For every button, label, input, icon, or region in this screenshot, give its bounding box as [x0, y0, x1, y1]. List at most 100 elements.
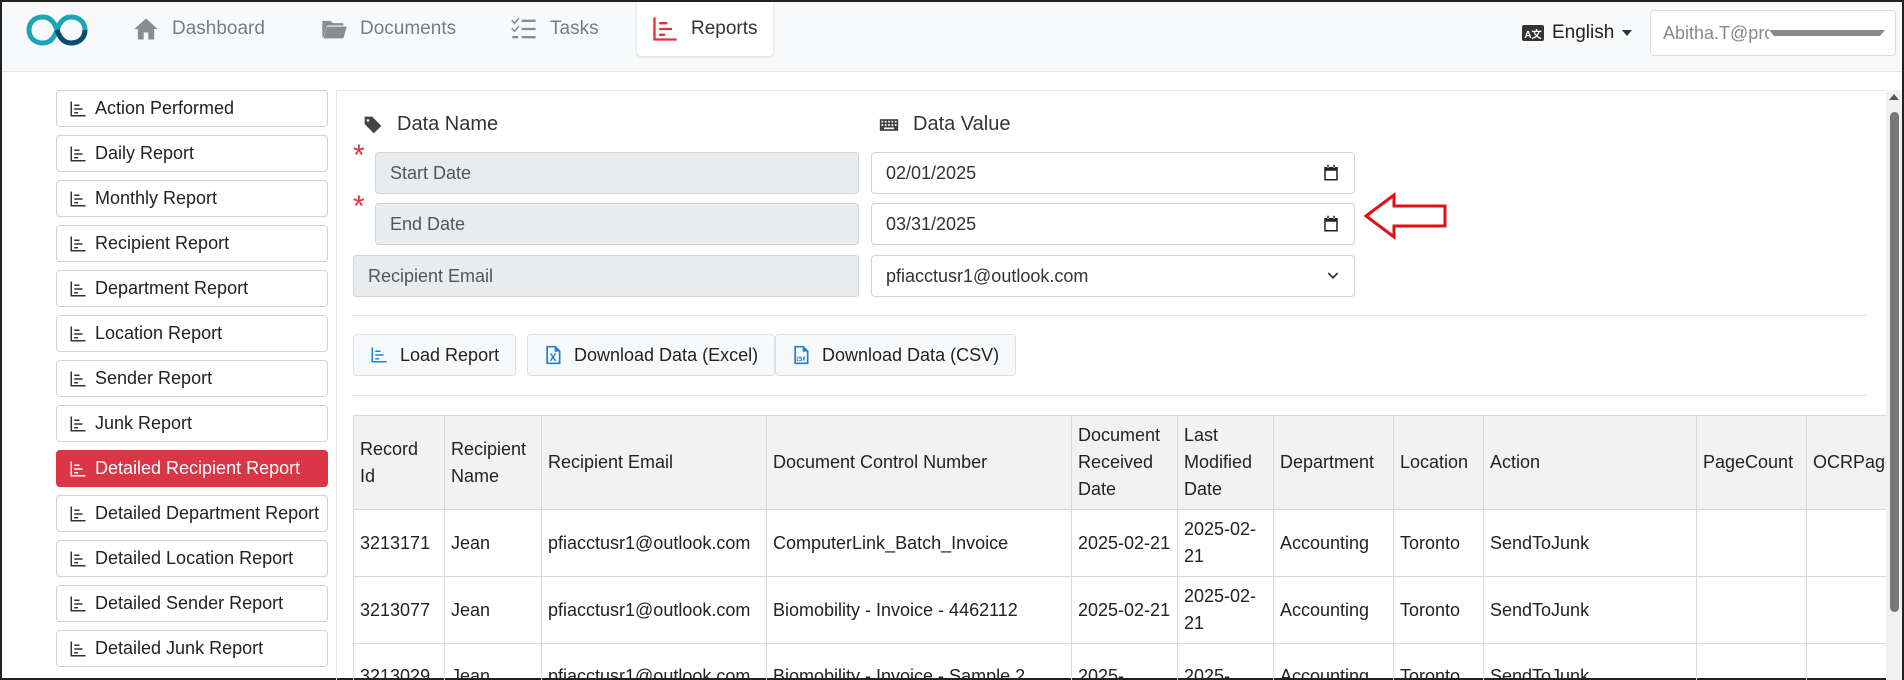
table-cell: Toronto — [1393, 509, 1484, 577]
report-table-container[interactable]: Record Id Recipient Name Recipient Email… — [353, 415, 1889, 680]
nav-reports[interactable]: Reports — [637, 2, 773, 56]
tasks-icon — [511, 17, 536, 39]
table-row[interactable]: 3213077 Jean pfiacctusr1@outlook.com Bio… — [353, 576, 1889, 644]
end-date-value: 03/31/2025 — [886, 213, 977, 234]
report-icon — [70, 281, 86, 296]
sidebar-item-sender-report[interactable]: Sender Report — [56, 360, 328, 397]
download-csv-button[interactable]: Download Data (CSV) — [775, 334, 1017, 376]
nav-documents-label: Documents — [360, 18, 457, 39]
report-icon — [70, 191, 86, 206]
recipient-email-value: pfiacctusr1@outlook.com — [886, 265, 1089, 286]
recipient-email-label: Recipient Email — [353, 255, 859, 297]
folder-icon — [322, 20, 347, 39]
table-cell: Accounting — [1273, 643, 1394, 680]
sidebar-item-detailed-sender-report[interactable]: Detailed Sender Report — [56, 585, 328, 622]
sidebar-item-daily-report[interactable]: Daily Report — [56, 135, 328, 172]
end-date-label-text: End Date — [390, 213, 466, 234]
language-dropdown[interactable]: A文 English — [1522, 20, 1633, 46]
table-cell: Toronto — [1393, 643, 1484, 680]
column-header[interactable]: Department — [1273, 415, 1394, 510]
table-cell: Biomobility - Invoice - 4462112 — [766, 576, 1072, 644]
sidebar-item-detailed-department-report[interactable]: Detailed Department Report — [56, 495, 328, 532]
download-excel-button[interactable]: Download Data (Excel) — [527, 334, 776, 376]
sidebar-item-junk-report[interactable]: Junk Report — [56, 405, 328, 442]
column-header[interactable]: Last Modified Date — [1177, 415, 1274, 510]
table-cell — [1696, 643, 1807, 680]
user-dropdown[interactable]: Abitha.T@processfusion... — [1650, 10, 1896, 56]
load-report-button[interactable]: Load Report — [353, 334, 517, 376]
table-cell: Toronto — [1393, 576, 1484, 644]
top-navbar: Dashboard Documents Tasks Reports A文 Eng… — [2, 2, 1902, 72]
report-table: Record Id Recipient Name Recipient Email… — [353, 415, 1889, 680]
sidebar-item-label: Detailed Junk Report — [95, 638, 264, 658]
sidebar-item-label: Daily Report — [95, 143, 195, 163]
sidebar-item-recipient-report[interactable]: Recipient Report — [56, 225, 328, 262]
nav-reports-label: Reports — [691, 18, 758, 39]
sidebar-item-detailed-junk-report[interactable]: Detailed Junk Report — [56, 630, 328, 667]
nav-tasks-label: Tasks — [550, 18, 599, 39]
column-header[interactable]: Document Received Date — [1071, 415, 1178, 510]
sidebar-item-action-performed[interactable]: Action Performed — [56, 90, 328, 127]
column-header[interactable]: Document Control Number — [766, 415, 1072, 510]
table-cell: 2025-02-21 — [1071, 509, 1178, 577]
sidebar-item-location-report[interactable]: Location Report — [56, 315, 328, 352]
table-row[interactable]: 3213029 Jean pfiacctusr1@outlook.com Bio… — [353, 643, 1889, 680]
calendar-icon[interactable] — [1322, 215, 1340, 233]
sidebar-item-department-report[interactable]: Department Report — [56, 270, 328, 307]
nav-dashboard[interactable]: Dashboard — [118, 2, 279, 56]
table-cell: Accounting — [1273, 509, 1394, 577]
chevron-down-icon — [1769, 30, 1885, 36]
sidebar-item-monthly-report[interactable]: Monthly Report — [56, 180, 328, 217]
sidebar-item-label: Detailed Department Report — [95, 503, 320, 523]
column-header[interactable]: Recipient Name — [444, 415, 542, 510]
end-date-input[interactable]: 03/31/2025 — [871, 203, 1355, 245]
column-header[interactable]: OCRPage — [1806, 415, 1889, 510]
translate-icon: A文 — [1522, 25, 1544, 41]
report-icon — [70, 506, 86, 521]
vertical-scrollbar[interactable] — [1886, 90, 1902, 680]
data-name-header: Data Name — [363, 113, 498, 136]
recipient-email-select[interactable]: pfiacctusr1@outlook.com — [871, 255, 1355, 297]
load-report-label: Load Report — [400, 344, 500, 365]
chevron-down-icon — [1327, 272, 1339, 279]
sidebar-item-label: Action Performed — [95, 98, 235, 118]
scroll-up-icon[interactable] — [1889, 94, 1899, 100]
end-date-label: End Date — [375, 203, 859, 245]
table-cell: 2025-02-21 — [1177, 509, 1274, 577]
table-cell: pfiacctusr1@outlook.com — [541, 643, 767, 680]
table-cell — [1806, 509, 1889, 577]
report-panel: Data Name Data Value * Start Date 02/01/… — [336, 90, 1889, 680]
scrollbar-thumb[interactable] — [1890, 112, 1899, 612]
report-icon — [653, 17, 677, 41]
table-cell: SendToJunk — [1483, 643, 1697, 680]
table-row[interactable]: 3213171 Jean pfiacctusr1@outlook.com Com… — [353, 509, 1889, 577]
tag-icon — [364, 116, 382, 133]
nav-documents[interactable]: Documents — [306, 2, 470, 56]
report-sidebar: Action Performed Daily Report Monthly Re… — [56, 90, 328, 675]
sidebar-item-label: Recipient Report — [95, 233, 230, 253]
start-date-input[interactable]: 02/01/2025 — [871, 152, 1355, 194]
table-cell: 3213171 — [353, 509, 445, 577]
column-header[interactable]: Recipient Email — [541, 415, 767, 510]
sidebar-item-detailed-location-report[interactable]: Detailed Location Report — [56, 540, 328, 577]
data-name-header-label: Data Name — [397, 113, 499, 135]
divider — [353, 395, 1867, 396]
table-cell: 2025-02-21 — [1177, 576, 1274, 644]
app-logo[interactable] — [26, 11, 88, 49]
calendar-icon[interactable] — [1322, 164, 1340, 182]
nav-tasks[interactable]: Tasks — [496, 2, 613, 56]
column-header[interactable]: Action — [1483, 415, 1697, 510]
home-icon — [134, 18, 158, 40]
table-cell: Jean — [444, 509, 542, 577]
table-cell: 3213029 — [353, 643, 445, 680]
column-header[interactable]: Record Id — [353, 415, 445, 510]
table-cell: 2025-02-21 — [1071, 576, 1178, 644]
table-cell: pfiacctusr1@outlook.com — [541, 576, 767, 644]
table-cell — [1806, 643, 1889, 680]
annotation-arrow-icon — [1364, 192, 1447, 240]
column-header[interactable]: Location — [1393, 415, 1484, 510]
sidebar-item-detailed-recipient-report[interactable]: Detailed Recipient Report — [56, 450, 328, 487]
column-header[interactable]: PageCount — [1696, 415, 1807, 510]
report-icon — [70, 461, 86, 476]
download-csv-label: Download Data (CSV) — [822, 344, 1000, 365]
